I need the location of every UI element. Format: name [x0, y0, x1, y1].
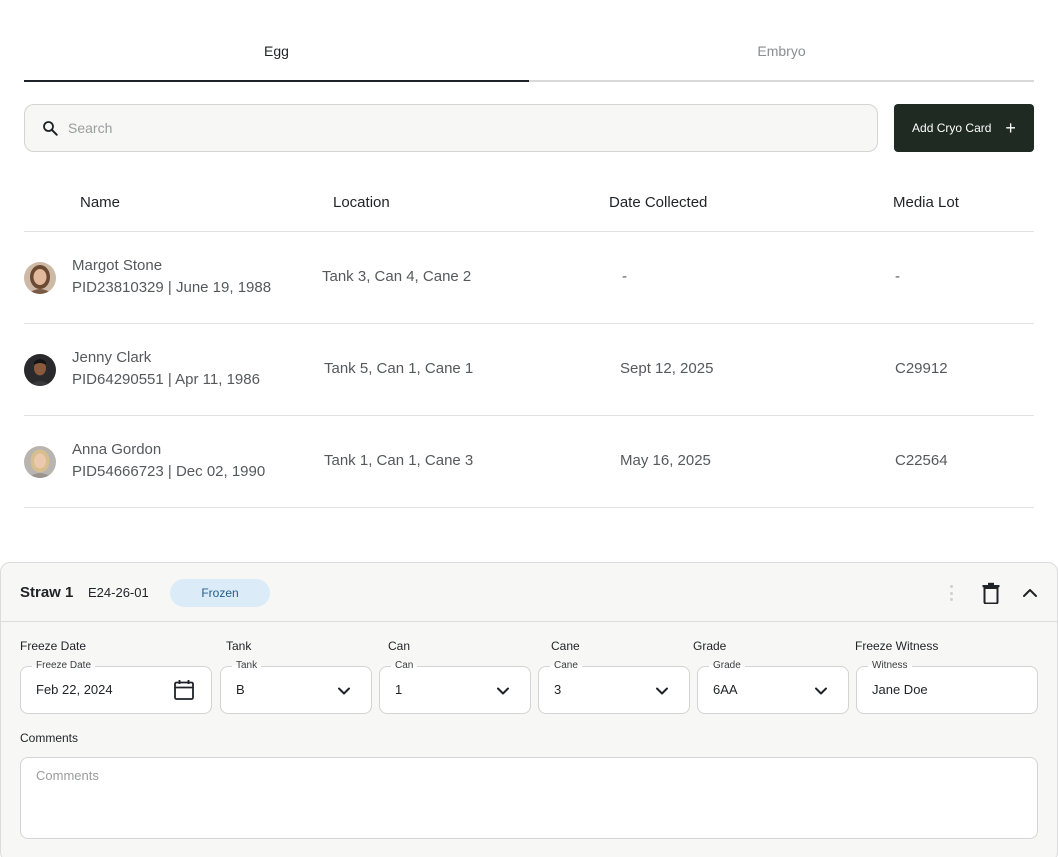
- straw-panel: Straw 1 E24-26-01 Frozen Freeze Date Tan…: [0, 562, 1058, 857]
- tank-value: B: [236, 682, 245, 697]
- date-cell: May 16, 2025: [620, 452, 711, 469]
- avatar: [24, 354, 56, 386]
- header-location: Location: [333, 194, 390, 211]
- date-cell: Sept 12, 2025: [620, 360, 714, 377]
- freeze-date-label: Freeze Date: [20, 639, 87, 653]
- search-box[interactable]: [24, 104, 878, 152]
- cane-select[interactable]: Cane 3: [538, 660, 690, 714]
- straw-title: Straw 1: [20, 584, 74, 601]
- chevron-down-icon: [656, 687, 668, 695]
- witness-field[interactable]: Witness Jane Doe: [856, 660, 1038, 714]
- media-lot-cell: -: [895, 268, 900, 285]
- patient-name: Jenny Clark: [72, 349, 152, 366]
- avatar: [24, 446, 56, 478]
- chevron-down-icon: [338, 687, 350, 695]
- grade-legend: Grade: [709, 660, 745, 671]
- plus-icon: +: [1005, 118, 1016, 138]
- table-row[interactable]: Margot Stone PID23810329 | June 19, 1988…: [24, 232, 1034, 324]
- cane-value: 3: [554, 682, 562, 697]
- can-value: 1: [395, 682, 403, 697]
- chevron-down-icon: [815, 687, 827, 695]
- patient-name: Margot Stone: [72, 257, 163, 274]
- search-icon: [43, 121, 58, 136]
- patient-id: PID54666723 | Dec 02, 1990: [72, 463, 266, 480]
- can-legend: Can: [391, 660, 418, 671]
- tank-legend: Tank: [232, 660, 262, 671]
- calendar-icon[interactable]: [173, 679, 195, 701]
- straw-code: E24-26-01: [88, 585, 149, 600]
- patient-id: PID64290551 | Apr 11, 1986: [72, 371, 260, 388]
- freeze-date-field[interactable]: Freeze Date Feb 22, 2024: [20, 660, 212, 714]
- witness-legend: Witness: [868, 660, 912, 671]
- tank-label: Tank: [226, 639, 252, 653]
- table-row[interactable]: Jenny Clark PID64290551 | Apr 11, 1986 T…: [24, 324, 1034, 416]
- header-date-collected: Date Collected: [609, 194, 708, 211]
- table-header: Name Location Date Collected Media Lot: [24, 180, 1034, 232]
- search-input[interactable]: [68, 120, 848, 136]
- location-cell: Tank 3, Can 4, Cane 2: [322, 268, 472, 285]
- freeze-date-value: Feb 22, 2024: [36, 682, 113, 697]
- status-badge: Frozen: [170, 579, 270, 607]
- freeze-date-legend: Freeze Date: [32, 660, 96, 671]
- tab-bar: Egg Embryo: [24, 30, 1034, 82]
- patient-id: PID23810329 | June 19, 1988: [72, 279, 272, 296]
- grade-value: 6AA: [713, 682, 738, 697]
- chevron-down-icon: [497, 687, 509, 695]
- location-cell: Tank 1, Can 1, Cane 3: [324, 452, 474, 469]
- add-cryo-card-label: Add Cryo Card: [912, 121, 992, 135]
- trash-icon[interactable]: [981, 582, 1001, 604]
- add-cryo-card-button[interactable]: Add Cryo Card +: [894, 104, 1034, 152]
- comments-input[interactable]: [20, 757, 1038, 839]
- tab-egg[interactable]: Egg: [24, 30, 529, 82]
- date-cell: -: [622, 268, 627, 285]
- witness-value: Jane Doe: [872, 682, 928, 697]
- patient-name: Anna Gordon: [72, 441, 162, 458]
- straw-panel-header: Straw 1 E24-26-01 Frozen: [1, 563, 1057, 622]
- location-cell: Tank 5, Can 1, Cane 1: [324, 360, 474, 377]
- comments-label: Comments: [20, 731, 79, 745]
- header-name: Name: [80, 194, 121, 211]
- tab-embryo-label: Embryo: [757, 43, 806, 59]
- tank-select[interactable]: Tank B: [220, 660, 372, 714]
- cane-legend: Cane: [550, 660, 582, 671]
- freeze-witness-label: Freeze Witness: [855, 639, 939, 653]
- cane-label: Cane: [551, 639, 580, 653]
- avatar: [24, 262, 56, 294]
- media-lot-cell: C22564: [895, 452, 948, 469]
- grade-select[interactable]: Grade 6AA: [697, 660, 849, 714]
- chevron-up-icon[interactable]: [1021, 585, 1039, 601]
- grade-label: Grade: [693, 639, 727, 653]
- more-options-icon[interactable]: [947, 583, 955, 603]
- media-lot-cell: C29912: [895, 360, 948, 377]
- can-select[interactable]: Can 1: [379, 660, 531, 714]
- table-row[interactable]: Anna Gordon PID54666723 | Dec 02, 1990 T…: [24, 416, 1034, 508]
- tab-egg-label: Egg: [264, 43, 289, 59]
- header-media-lot: Media Lot: [893, 194, 959, 211]
- can-label: Can: [388, 639, 411, 653]
- tab-embryo[interactable]: Embryo: [529, 30, 1034, 82]
